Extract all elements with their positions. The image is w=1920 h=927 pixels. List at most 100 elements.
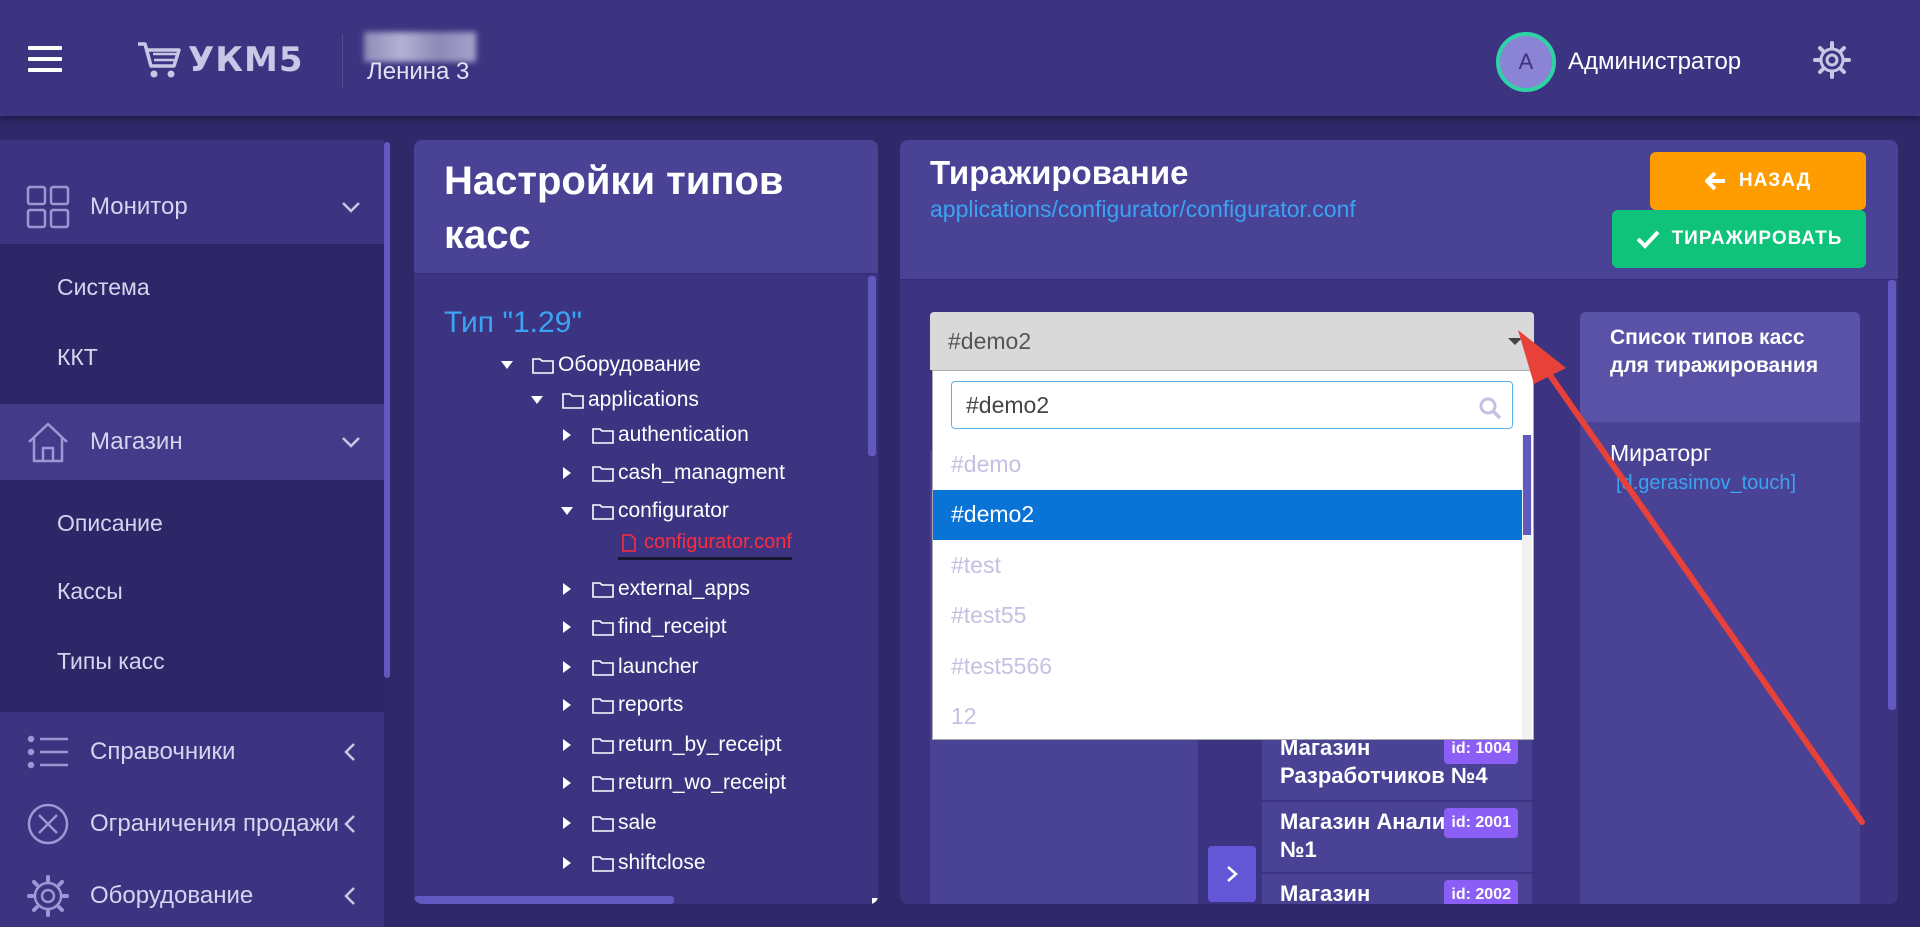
folder-icon bbox=[592, 856, 614, 872]
folder-icon bbox=[592, 738, 614, 754]
tree-label: Оборудование bbox=[558, 353, 701, 376]
cart-icon bbox=[138, 42, 181, 78]
tree-folder[interactable]: cash_managment bbox=[560, 458, 785, 488]
sidebar-item-equipment[interactable]: Оборудование bbox=[0, 864, 384, 927]
caret-down-icon[interactable] bbox=[530, 393, 544, 407]
scrollbar-thumb[interactable] bbox=[384, 142, 390, 678]
replication-list-item[interactable]: Мираторг bbox=[1610, 440, 1711, 467]
folder-icon bbox=[592, 660, 614, 676]
register-type-select[interactable]: #demo2 bbox=[930, 312, 1534, 370]
tree-horizontal-scrollbar[interactable] bbox=[414, 896, 674, 904]
sidebar-item-register-types[interactable]: Типы касс bbox=[57, 648, 165, 675]
tree-folder[interactable]: return_by_receipt bbox=[560, 730, 781, 760]
chevron-left-icon bbox=[344, 815, 355, 833]
tree-folder[interactable]: reports bbox=[560, 690, 683, 720]
chevron-down-icon bbox=[342, 202, 360, 213]
back-button[interactable]: НАЗАД bbox=[1650, 152, 1866, 210]
sidebar-item-kkt[interactable]: ККТ bbox=[57, 344, 98, 371]
sidebar-scrollbar[interactable] bbox=[384, 140, 392, 927]
hamburger-menu-icon[interactable] bbox=[28, 46, 62, 72]
arrow-left-icon bbox=[1704, 171, 1725, 191]
search-icon bbox=[1479, 397, 1502, 420]
tree-folder[interactable]: authentication bbox=[560, 420, 749, 450]
sidebar-item-store[interactable]: Магазин bbox=[0, 404, 384, 480]
dropdown-option[interactable]: #test bbox=[933, 540, 1523, 590]
store-card[interactable]: Магазин Аналитиков №1 id: 2001 bbox=[1262, 802, 1532, 872]
store-card[interactable]: Магазин id: 2002 bbox=[1262, 874, 1532, 904]
tree-folder[interactable]: shiftclose bbox=[560, 848, 706, 878]
caret-right-icon[interactable] bbox=[560, 816, 574, 830]
panel-vertical-scrollbar[interactable] bbox=[1888, 280, 1896, 710]
app-logo[interactable]: УКМ5 bbox=[136, 38, 304, 82]
dropdown-option[interactable]: #test5566 bbox=[933, 641, 1523, 691]
tree-folder[interactable]: sale bbox=[560, 808, 657, 838]
avatar[interactable]: А bbox=[1496, 32, 1556, 92]
sidebar-item-monitor[interactable]: Монитор bbox=[0, 175, 384, 239]
caret-down-icon[interactable] bbox=[560, 504, 574, 518]
tree-label: applications bbox=[588, 388, 699, 411]
tree-folder[interactable]: find_receipt bbox=[560, 612, 727, 642]
config-path-link[interactable]: applications/configurator/configurator.c… bbox=[930, 196, 1356, 223]
folder-icon bbox=[592, 816, 614, 832]
user-name[interactable]: Администратор bbox=[1568, 48, 1741, 76]
dropdown-scrollbar[interactable] bbox=[1522, 435, 1532, 739]
replicate-button[interactable]: ТИРАЖИРОВАТЬ bbox=[1612, 210, 1866, 268]
tree-folder[interactable]: configurator bbox=[560, 496, 729, 526]
replication-panel: Тиражирование applications/configurator/… bbox=[900, 140, 1898, 904]
tree-folder[interactable]: applications bbox=[530, 385, 699, 415]
tree-label: external_apps bbox=[618, 577, 750, 600]
dropdown-option[interactable]: #demo bbox=[933, 439, 1523, 489]
settings-gear-icon[interactable] bbox=[1812, 40, 1852, 80]
caret-right-icon[interactable] bbox=[560, 856, 574, 870]
sidebar-item-references[interactable]: Справочники bbox=[0, 720, 384, 784]
caret-right-icon[interactable] bbox=[560, 660, 574, 674]
tree-folder[interactable]: external_apps bbox=[560, 574, 750, 604]
caret-down-icon[interactable] bbox=[500, 358, 514, 372]
dropdown-option[interactable]: #test55 bbox=[933, 591, 1523, 641]
caret-right-icon[interactable] bbox=[560, 698, 574, 712]
tree-label: configurator bbox=[618, 499, 729, 522]
folder-icon bbox=[532, 358, 554, 374]
replication-title: Тиражирование bbox=[930, 154, 1189, 191]
panel-header: Тиражирование applications/configurator/… bbox=[900, 140, 1898, 280]
store-name[interactable]: Ленина 3 bbox=[367, 58, 469, 86]
tree-folder[interactable]: return_wo_receipt bbox=[560, 768, 786, 798]
caret-right-icon[interactable] bbox=[560, 620, 574, 634]
chevron-right-icon bbox=[1227, 866, 1238, 882]
register-types-settings-panel: Настройки типов касс Тип "1.29" Оборудов… bbox=[414, 140, 878, 904]
tree-label: authentication bbox=[618, 423, 749, 446]
tree-label: reports bbox=[618, 693, 684, 716]
select-value: #demo2 bbox=[948, 327, 1032, 354]
store-card-name: Магазин bbox=[1280, 881, 1371, 904]
sidebar-item-registers[interactable]: Кассы bbox=[57, 578, 123, 605]
folder-icon bbox=[592, 466, 614, 482]
tree-vertical-scrollbar[interactable] bbox=[868, 276, 876, 456]
dropdown-search-input[interactable]: #demo2 bbox=[951, 381, 1513, 429]
page-title: Настройки типов касс bbox=[444, 159, 784, 257]
caret-right-icon[interactable] bbox=[560, 428, 574, 442]
replication-list-item-sub[interactable]: [d.gerasimov_touch] bbox=[1616, 472, 1796, 495]
caret-right-icon[interactable] bbox=[560, 776, 574, 790]
caret-right-icon[interactable] bbox=[560, 466, 574, 480]
chevron-left-icon bbox=[344, 743, 355, 761]
back-button-label: НАЗАД bbox=[1738, 170, 1812, 191]
tree-label: cash_managment bbox=[618, 461, 785, 484]
scrollbar-thumb[interactable] bbox=[1523, 435, 1531, 535]
dropdown-option[interactable]: 12 bbox=[933, 692, 1523, 742]
tree-folder[interactable]: Оборудование bbox=[500, 350, 701, 380]
sidebar-item-system[interactable]: Система bbox=[57, 274, 150, 301]
tree-folder[interactable]: launcher bbox=[560, 652, 699, 682]
sidebar-item-sale-restrictions[interactable]: Ограничения продажи bbox=[0, 792, 384, 856]
grid-icon bbox=[26, 185, 70, 229]
sidebar-item-description[interactable]: Описание bbox=[57, 510, 163, 537]
caret-right-icon[interactable] bbox=[560, 738, 574, 752]
tree-file[interactable]: configurator.conf bbox=[618, 530, 792, 560]
move-right-button[interactable] bbox=[1208, 846, 1256, 902]
caret-right-icon[interactable] bbox=[560, 582, 574, 596]
cancel-circle-icon bbox=[27, 803, 69, 845]
sidebar-label: Ограничения продажи bbox=[90, 810, 339, 837]
file-icon bbox=[622, 533, 636, 552]
id-badge: id: 2001 bbox=[1444, 808, 1518, 838]
dropdown-option[interactable]: #demo2 bbox=[933, 489, 1523, 540]
check-icon bbox=[1636, 230, 1660, 249]
